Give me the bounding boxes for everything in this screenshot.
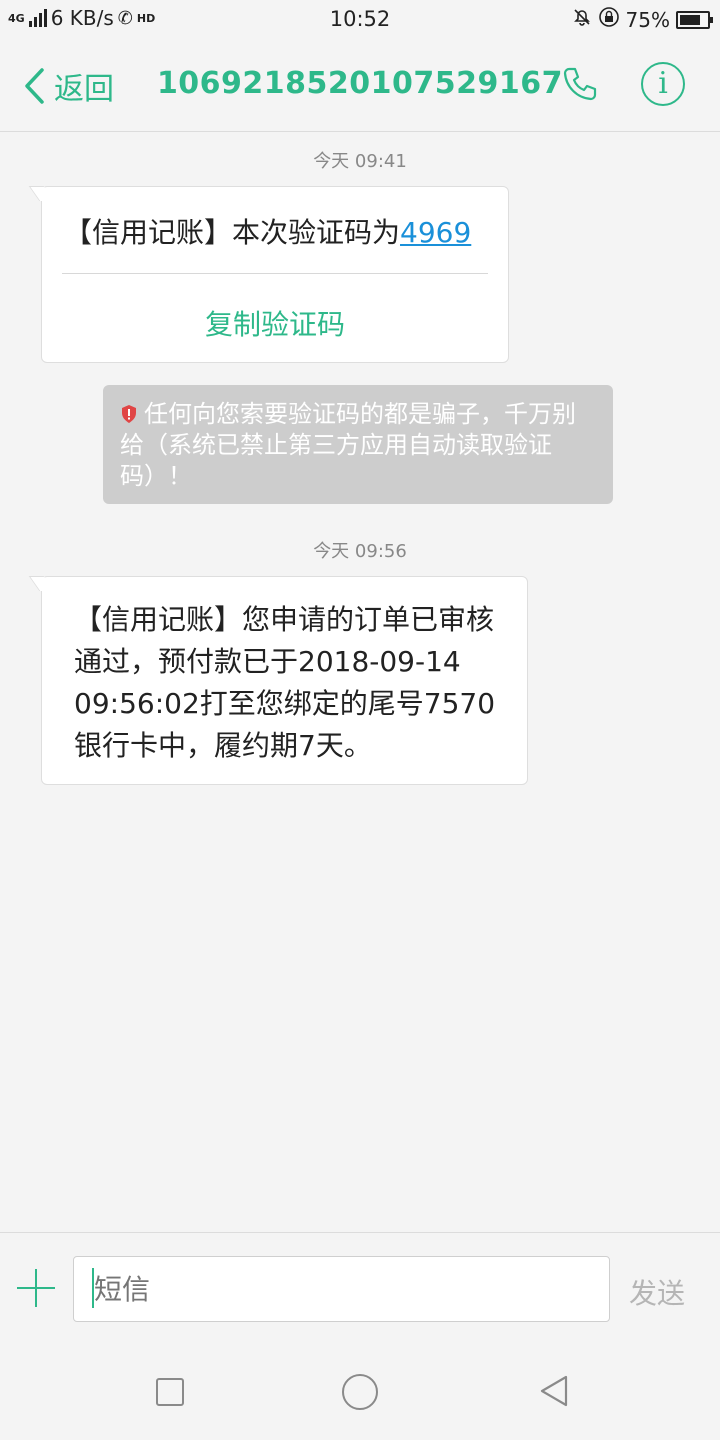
phone-icon[interactable] bbox=[560, 64, 600, 104]
status-bar: 4G 6 KB/s ✆ HD 10:52 75% bbox=[0, 0, 720, 38]
rotation-lock-icon bbox=[598, 6, 620, 33]
security-warning: 任何向您索要验证码的都是骗子，千万别给（系统已禁止第三方应用自动读取验证码）！ bbox=[103, 385, 613, 504]
navigation-bar bbox=[0, 1337, 720, 1440]
warning-text: 任何向您索要验证码的都是骗子，千万别给（系统已禁止第三方应用自动读取验证码）！ bbox=[120, 399, 593, 492]
message-bubble[interactable]: 【信用记账】本次验证码为4969 复制验证码 bbox=[41, 186, 509, 363]
status-right: 75% bbox=[572, 6, 713, 33]
warning-message: 任何向您索要验证码的都是骗子，千万别给（系统已禁止第三方应用自动读取验证码）！ bbox=[120, 400, 576, 490]
message-input[interactable] bbox=[73, 1256, 610, 1322]
send-button[interactable]: 发送 bbox=[629, 1272, 685, 1312]
info-icon[interactable]: i bbox=[641, 62, 685, 106]
battery-icon bbox=[676, 10, 713, 29]
battery-percent: 75% bbox=[625, 7, 670, 32]
message-body: 【信用记账】本次验证码为 bbox=[64, 216, 401, 249]
message-text: 【信用记账】本次验证码为4969 bbox=[64, 211, 471, 251]
message-text: 【信用记账】您申请的订单已审核通过，预付款已于2018-09-14 09:56:… bbox=[74, 603, 496, 762]
plus-icon[interactable] bbox=[17, 1269, 55, 1307]
nav-back-icon[interactable] bbox=[538, 1373, 570, 1409]
message-bubble[interactable]: 【信用记账】您申请的订单已审核通过，预付款已于2018-09-14 09:56:… bbox=[41, 576, 528, 785]
battery-fill bbox=[680, 14, 700, 25]
mute-icon bbox=[572, 7, 592, 32]
message-timestamp: 今天 09:56 bbox=[313, 541, 407, 562]
conversation-header: 返回 106921852010752916​7 i bbox=[0, 38, 720, 132]
sender-number: 106921852010752916​7 bbox=[156, 66, 564, 101]
message-timestamp: 今天 09:41 bbox=[313, 151, 407, 172]
nav-recent-icon[interactable] bbox=[156, 1378, 184, 1406]
composer-bar: 发送 bbox=[0, 1232, 720, 1337]
nav-home-icon[interactable] bbox=[342, 1374, 378, 1410]
copy-code-button[interactable]: 复制验证码 bbox=[42, 303, 508, 343]
divider bbox=[62, 273, 488, 274]
shield-icon bbox=[122, 405, 136, 423]
text-caret bbox=[92, 1268, 94, 1308]
verification-code-link[interactable]: 4969 bbox=[400, 216, 471, 249]
